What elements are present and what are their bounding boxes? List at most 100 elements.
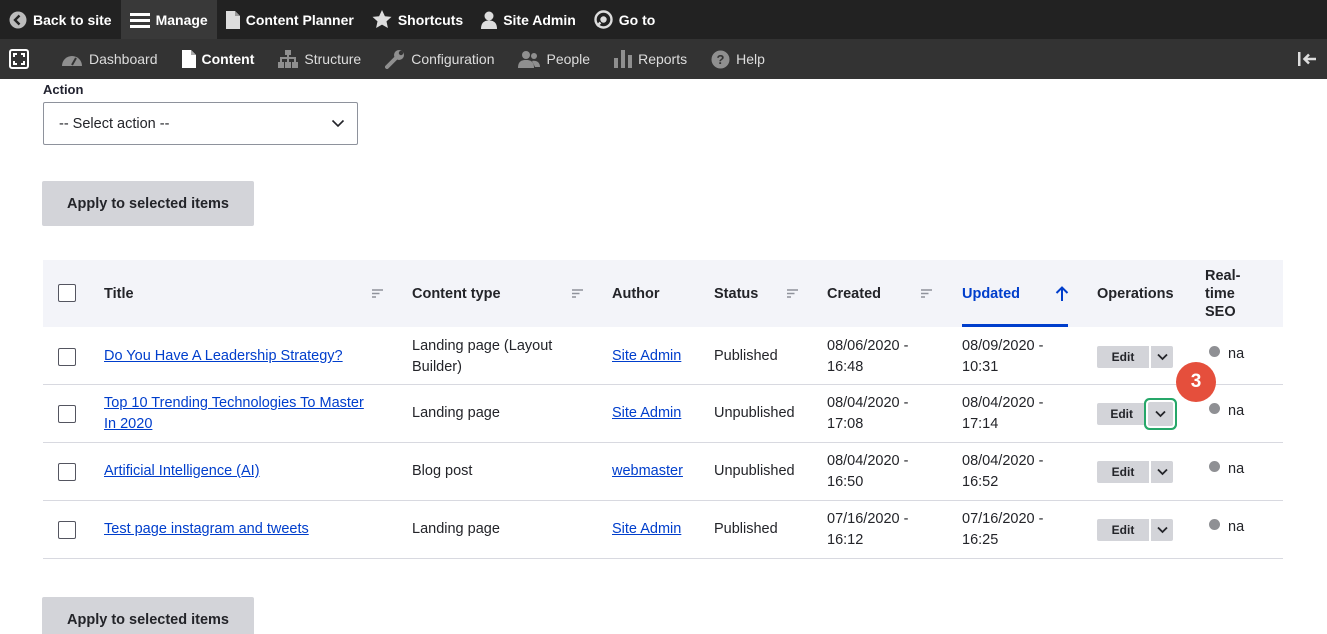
row-author: Site Admin <box>612 519 681 540</box>
tray-item-reports[interactable]: Reports <box>602 39 699 79</box>
column-header-operations: Operations <box>1097 285 1174 302</box>
author-link[interactable]: webmaster <box>612 463 683 479</box>
tray-item-people[interactable]: People <box>506 39 602 79</box>
apply-button-top[interactable]: Apply to selected items <box>42 181 254 226</box>
site-admin-tab[interactable]: Site Admin <box>472 0 585 39</box>
wrench-icon <box>385 50 405 69</box>
title-link[interactable]: Top 10 Trending Technologies To Master In… <box>104 395 364 432</box>
row-operations: Edit <box>1097 402 1173 426</box>
column-header-created[interactable]: Created <box>827 260 881 327</box>
tray-item-label: Content <box>201 51 255 67</box>
edit-button[interactable]: Edit <box>1097 519 1149 541</box>
status-dot-icon <box>1209 519 1220 530</box>
tray-item-help[interactable]: ? Help <box>699 39 777 79</box>
column-header-author[interactable]: Author <box>612 260 660 327</box>
updated-time: 10:31 <box>962 359 999 375</box>
manage-tab[interactable]: Manage <box>120 0 217 39</box>
edit-button[interactable]: Edit <box>1097 346 1149 368</box>
seo-value: na <box>1228 461 1245 477</box>
table-row: Do You Have A Leadership Strategy? Landi… <box>43 327 1283 385</box>
status-dot-icon <box>1209 346 1220 357</box>
operations-dropdown-toggle[interactable] <box>1151 346 1173 368</box>
shortcuts-tab[interactable]: Shortcuts <box>363 0 472 39</box>
tray-item-content[interactable]: Content <box>170 39 267 79</box>
action-select[interactable]: -- Select action -- <box>43 102 358 145</box>
table-row: Top 10 Trending Technologies To Master In… <box>43 385 1283 443</box>
select-all-checkbox[interactable] <box>58 284 76 302</box>
created-time: 16:12 <box>827 532 864 548</box>
column-header-updated[interactable]: Updated <box>962 260 1020 327</box>
table-row: Test page instagram and tweets Landing p… <box>43 501 1283 559</box>
column-header-status[interactable]: Status <box>714 260 758 327</box>
content-planner-tab[interactable]: Content Planner <box>217 0 363 39</box>
author-link[interactable]: Site Admin <box>612 521 681 537</box>
row-content-type: Blog post <box>412 463 473 479</box>
title-link[interactable]: Artificial Intelligence (AI) <box>104 463 260 479</box>
chevron-down-icon <box>1155 410 1166 418</box>
row-checkbox[interactable] <box>58 348 76 366</box>
title-line: Top 10 Trending Technologies To Master <box>104 395 364 411</box>
row-status: Published <box>714 348 778 364</box>
edit-button[interactable]: Edit <box>1097 461 1149 483</box>
compass-icon <box>594 10 613 29</box>
row-status: Unpublished <box>714 463 795 479</box>
back-to-site-link[interactable]: Back to site <box>0 0 121 39</box>
shortcuts-label: Shortcuts <box>397 11 464 28</box>
operations-dropdown-toggle[interactable] <box>1151 519 1173 541</box>
operations-dropdown-toggle[interactable] <box>1151 461 1173 483</box>
hamburger-icon <box>129 12 150 28</box>
tray-item-dashboard[interactable]: Dashboard <box>49 39 170 79</box>
updated-date: 08/09/2020 - <box>962 338 1044 354</box>
created-time: 16:48 <box>827 359 864 375</box>
chevron-down-icon <box>1156 526 1168 534</box>
content-type-line: Builder) <box>412 359 462 375</box>
row-title: Do You Have A Leadership Strategy? <box>104 346 343 367</box>
row-content-type: Landing page <box>412 405 500 421</box>
tray-item-configuration[interactable]: Configuration <box>373 39 506 79</box>
status-dot-icon <box>1209 461 1220 472</box>
back-arrow-icon <box>9 11 27 28</box>
operations-dropdown-toggle[interactable] <box>1148 402 1173 426</box>
column-header-content-type[interactable]: Content type <box>412 260 501 327</box>
help-icon: ? <box>711 50 730 68</box>
row-updated: 07/16/2020 - 16:25 <box>962 509 1043 551</box>
created-time: 17:08 <box>827 416 864 432</box>
author-link[interactable]: Site Admin <box>612 405 681 421</box>
frame-icon <box>8 49 29 69</box>
column-header-title[interactable]: Title <box>104 260 134 327</box>
sort-icon <box>372 289 383 298</box>
go-to-tab[interactable]: Go to <box>585 0 665 39</box>
action-select-value: -- Select action -- <box>59 115 170 132</box>
row-checkbox[interactable] <box>58 463 76 481</box>
seo-value: na <box>1228 403 1245 419</box>
sort-icon <box>572 289 583 298</box>
title-link[interactable]: Do You Have A Leadership Strategy? <box>104 348 343 364</box>
author-link[interactable]: Site Admin <box>612 348 681 364</box>
tray-item-label: Help <box>736 51 765 67</box>
row-seo: na <box>1209 403 1244 419</box>
site-admin-label: Site Admin <box>503 11 576 28</box>
collapse-tray-button[interactable] <box>1287 39 1327 79</box>
chevron-down-icon <box>1156 353 1168 361</box>
apply-button-bottom[interactable]: Apply to selected items <box>42 597 254 634</box>
people-icon <box>518 51 541 68</box>
updated-date: 08/04/2020 - <box>962 453 1044 469</box>
back-to-site-label: Back to site <box>33 11 112 28</box>
user-icon <box>481 11 498 29</box>
created-date: 08/04/2020 - <box>827 395 909 411</box>
row-created: 08/06/2020 - 16:48 <box>827 336 908 378</box>
edit-button[interactable]: Edit <box>1097 403 1147 425</box>
sort-icon <box>787 289 798 298</box>
tray-item-structure[interactable]: Structure <box>266 39 373 79</box>
row-content-type: Landing page <box>412 521 500 537</box>
row-checkbox[interactable] <box>58 405 76 423</box>
collapse-icon <box>1298 52 1316 66</box>
content-planner-label: Content Planner <box>245 11 354 28</box>
toolbar-tray: Dashboard Content Structure Configuratio… <box>0 39 1327 79</box>
star-icon <box>372 10 392 28</box>
created-time: 16:50 <box>827 474 864 490</box>
title-link[interactable]: Test page instagram and tweets <box>104 521 309 537</box>
row-checkbox[interactable] <box>58 521 76 539</box>
tray-orientation-toggle[interactable] <box>0 39 37 79</box>
action-label: Action <box>43 82 84 97</box>
